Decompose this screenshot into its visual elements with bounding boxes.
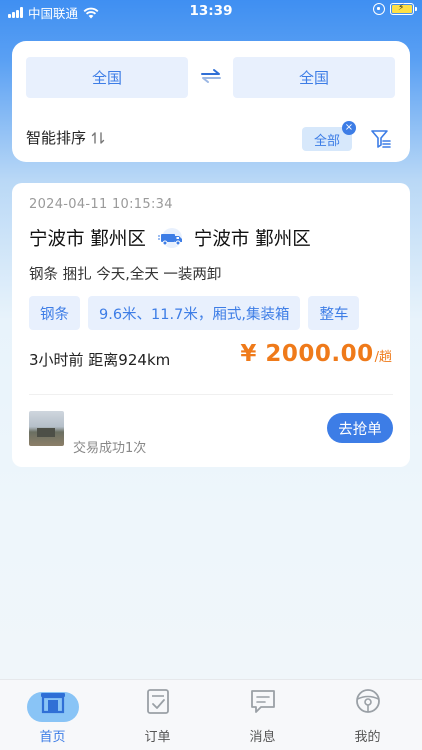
message-icon [250, 690, 275, 713]
status-right: ⚡ [373, 3, 417, 15]
price-value: ¥ 2000.00 [240, 341, 374, 367]
chip-vehicle-spec: 9.6米、11.7米，厢式,集装箱 [88, 296, 301, 330]
avatar[interactable] [29, 411, 64, 446]
order-timestamp: 2024-04-11 10:15:34 [29, 197, 173, 212]
destination-selector[interactable]: 全国 [233, 57, 395, 98]
sort-label: 智能排序 [26, 129, 87, 147]
cargo-description: 钢条 捆扎 今天,全天 一装两卸 [29, 267, 222, 283]
origin-selector[interactable]: 全国 [26, 57, 188, 98]
smart-sort-button[interactable]: 智能排序 [26, 127, 105, 148]
price: ¥ 2000.00 /趟 [240, 341, 392, 367]
cargo-chips: 钢条 9.6米、11.7米，厢式,集装箱 整车 [29, 296, 360, 330]
tab-home-label: 首页 [39, 730, 66, 745]
destination-label: 全国 [298, 69, 329, 87]
chip-load-type: 整车 [308, 296, 360, 330]
tab-mine-label: 我的 [354, 730, 381, 745]
tab-mine[interactable]: 我的 [315, 680, 420, 750]
route-search-card: 全国 全国 智能排序 全部 × [12, 41, 410, 162]
chip-cargo-type: 钢条 [29, 296, 80, 330]
battery-icon: ⚡ [390, 3, 417, 15]
status-bar: 中国联通 13:39 ⚡ [0, 0, 422, 24]
distance-info: 3小时前 距离924km [29, 351, 171, 369]
home-icon [40, 693, 65, 714]
order-card[interactable]: 2024-04-11 10:15:34 宁波市 鄞州区 宁波市 鄞州区 钢条 捆… [12, 183, 410, 467]
tab-orders-label: 订单 [144, 730, 171, 745]
route: 宁波市 鄞州区 宁波市 鄞州区 [29, 225, 311, 251]
tab-bar: 首页 订单 消息 我的 [0, 679, 422, 750]
filter-tag-label: 全部 [313, 133, 340, 149]
swap-icon[interactable] [200, 67, 222, 85]
steering-wheel-icon [355, 689, 380, 713]
filter-tag-close-icon[interactable]: × [342, 121, 356, 135]
price-unit: /趟 [374, 350, 392, 365]
route-destination: 宁波市 鄞州区 [193, 229, 311, 250]
orientation-lock-icon [373, 3, 385, 15]
success-count: 交易成功1次 [73, 441, 147, 456]
order-icon [146, 689, 169, 714]
truck-icon [157, 228, 182, 248]
route-origin: 宁波市 鄞州区 [29, 229, 146, 250]
tab-orders[interactable]: 订单 [105, 680, 210, 750]
filter-icon[interactable] [370, 128, 392, 150]
status-time: 13:39 [189, 3, 233, 19]
sort-arrows-icon [91, 131, 105, 144]
tab-messages[interactable]: 消息 [210, 680, 315, 750]
origin-label: 全国 [91, 69, 122, 87]
divider [29, 394, 393, 395]
tab-messages-label: 消息 [249, 730, 276, 745]
grab-order-button[interactable]: 去抢单 [327, 413, 393, 443]
tab-home[interactable]: 首页 [0, 680, 105, 750]
